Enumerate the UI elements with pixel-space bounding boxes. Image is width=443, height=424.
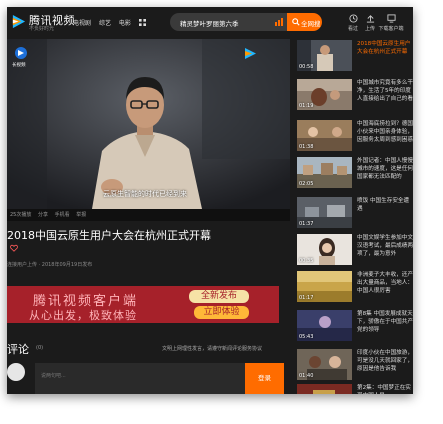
video-thumbnail: 01:37 bbox=[297, 197, 352, 228]
related-title: 中国城市究竟有多么干净，生活了5年的印度人直接给出了自己的看法 bbox=[357, 80, 413, 102]
related-title: 印度小伙在中国旅游，可是没几天就回家了，原因是他告诉我 bbox=[357, 350, 413, 372]
related-title: 第2集：中国梦正在实现中国人民 bbox=[357, 385, 411, 394]
related-title: 2018中国云原生用户大会在杭州正式开幕 bbox=[357, 41, 411, 55]
more-categories-icon[interactable] bbox=[138, 19, 146, 26]
top-bar: 腾讯视频 不负好时光 电视剧 综艺 电影 精灵梦叶罗丽第六季 全网搜 看过 上传… bbox=[7, 7, 413, 37]
related-title: 外国记者：中国人慢慢城市的速度，这是任何国家都无法匹配的 bbox=[357, 158, 413, 180]
related-title: 中国文娱学生参加中文汉语考试，最后成绩两项了，最为意外 bbox=[357, 235, 413, 257]
related-title: 中国海底捞拉到？德国小伙来中国亲身体验，因服务太周到感到困惑 bbox=[357, 121, 413, 143]
video-thumbnail: 01:40 bbox=[297, 349, 352, 380]
video-subtitle: 云原生智能的时代已经到来 bbox=[103, 190, 187, 198]
duration: 01:38 bbox=[299, 144, 314, 150]
list-item[interactable]: 05:43 第8集 中国发展成就天下，骄傲在于中国共产党的领导 bbox=[297, 310, 413, 352]
related-title: 喷饭 中国生存安全遭遇 bbox=[357, 198, 410, 212]
list-item[interactable]: 01:38 中国海底捞拉到？德国小伙来中国亲身体验，因服务太周到感到困惑 bbox=[297, 120, 413, 162]
search-query: 精灵梦叶罗丽第六季 bbox=[180, 20, 239, 28]
duration: 01:40 bbox=[299, 373, 314, 379]
ad-try-now-button[interactable]: 立即体验 bbox=[194, 306, 249, 319]
list-item[interactable]: 02:05 外国记者：中国人慢慢城市的速度，这是任何国家都无法匹配的 bbox=[297, 157, 413, 199]
nav-item-variety[interactable]: 综艺 bbox=[99, 20, 111, 27]
nav-item-movie[interactable]: 电影 bbox=[119, 20, 131, 27]
main-nav: 电视剧 综艺 电影 bbox=[73, 18, 146, 27]
share-link[interactable]: 分享 bbox=[38, 212, 48, 218]
login-button[interactable]: 登录 bbox=[245, 363, 284, 394]
video-title: 2018中国云原生用户大会在杭州正式开幕 bbox=[7, 229, 211, 242]
list-item[interactable]: 01:17 非洲麦子大丰收，还产出大量商品，当地人：中国人很厉害 bbox=[297, 271, 413, 313]
history-label: 看过 bbox=[347, 26, 358, 32]
comments-count: (0) bbox=[36, 345, 44, 351]
download-client-button[interactable]: 下载客户端 bbox=[378, 14, 404, 32]
video-thumbnail: 02:05 bbox=[297, 157, 352, 188]
list-item[interactable]: 01:19 中国城市究竟有多么干净，生活了5年的印度人直接给出了自己的看法 bbox=[297, 79, 413, 121]
list-item[interactable]: 00:58 2018中国云原生用户大会在杭州正式开幕 bbox=[297, 40, 413, 82]
video-player[interactable]: 云原生智能的时代已经到来 长视频 bbox=[7, 39, 290, 209]
app-window: 腾讯视频 不负好时光 电视剧 综艺 电影 精灵梦叶罗丽第六季 全网搜 看过 上传… bbox=[7, 7, 413, 394]
duration: 00:35 bbox=[299, 258, 314, 264]
comment-input[interactable]: 说两句吧... bbox=[35, 363, 245, 394]
avatar bbox=[7, 363, 25, 381]
duration: 01:37 bbox=[299, 221, 314, 227]
search-button[interactable]: 全网搜 bbox=[287, 13, 322, 31]
list-item[interactable]: 00:35 中国文娱学生参加中文汉语考试，最后成绩两项了，最为意外 bbox=[297, 234, 413, 276]
watermark-text: 长视频 bbox=[12, 63, 26, 68]
player-action-bar: 25次播放 分享 手机看 举报 bbox=[7, 209, 290, 221]
video-thumbnail: 01:17 bbox=[297, 271, 352, 302]
comments-heading: 评论 bbox=[7, 343, 29, 356]
duration: 05:43 bbox=[299, 334, 314, 340]
logo-play-icon bbox=[12, 14, 26, 29]
upload-icon bbox=[366, 15, 374, 23]
comments-rule[interactable]: 文明上网理性发言，请遵守新闻评论服务协议 bbox=[162, 345, 262, 352]
trending-icon[interactable] bbox=[275, 18, 283, 26]
heart-icon[interactable] bbox=[10, 244, 18, 252]
video-thumbnail: 00:58 bbox=[297, 40, 352, 71]
search-input[interactable]: 精灵梦叶罗丽第六季 bbox=[170, 13, 287, 31]
duration: 00:58 bbox=[299, 64, 314, 70]
mobile-watch-link[interactable]: 手机看 bbox=[55, 212, 70, 218]
video-thumbnail bbox=[297, 384, 352, 394]
logo-slogan: 不负好时光 bbox=[29, 26, 55, 32]
video-meta: 连接用户上传 · 2018年09月19日发布 bbox=[7, 262, 93, 268]
video-frame bbox=[7, 39, 290, 209]
list-item[interactable]: 01:37 喷饭 中国生存安全遭遇 bbox=[297, 197, 413, 239]
client-ad-banner[interactable]: 腾讯视频客户端 从心出发，极致体验 全新发布 立即体验 bbox=[7, 286, 279, 323]
duration: 01:19 bbox=[299, 103, 314, 109]
video-thumbnail: 01:38 bbox=[297, 120, 352, 151]
list-item[interactable]: 第2集：中国梦正在实现中国人民 bbox=[297, 384, 413, 394]
upload-label: 上传 bbox=[364, 26, 375, 32]
search-button-label: 全网搜 bbox=[301, 20, 321, 28]
nav-item-tv[interactable]: 电视剧 bbox=[73, 20, 91, 27]
download-label: 下载客户端 bbox=[378, 26, 404, 32]
report-link[interactable]: 举报 bbox=[76, 212, 86, 218]
related-title: 第8集 中国发展成就天下，骄傲在于中国共产党的领导 bbox=[357, 311, 413, 333]
duration: 02:05 bbox=[299, 181, 314, 187]
ad-line-2: 从心出发，极致体验 bbox=[29, 309, 137, 322]
video-thumbnail: 05:43 bbox=[297, 310, 352, 341]
play-count: 25次播放 bbox=[10, 212, 32, 218]
related-title: 非洲麦子大丰收，还产出大量商品，当地人：中国人很厉害 bbox=[357, 272, 413, 294]
history-icon bbox=[348, 14, 358, 23]
logo[interactable]: 腾讯视频 不负好时光 bbox=[11, 12, 81, 34]
comment-placeholder: 说两句吧... bbox=[41, 373, 66, 379]
video-thumbnail: 00:35 bbox=[297, 234, 352, 265]
duration: 01:17 bbox=[299, 295, 314, 301]
download-icon bbox=[386, 14, 396, 23]
video-thumbnail: 01:19 bbox=[297, 79, 352, 110]
ad-new-release-button[interactable]: 全新发布 bbox=[189, 290, 249, 303]
search-icon bbox=[292, 18, 300, 26]
